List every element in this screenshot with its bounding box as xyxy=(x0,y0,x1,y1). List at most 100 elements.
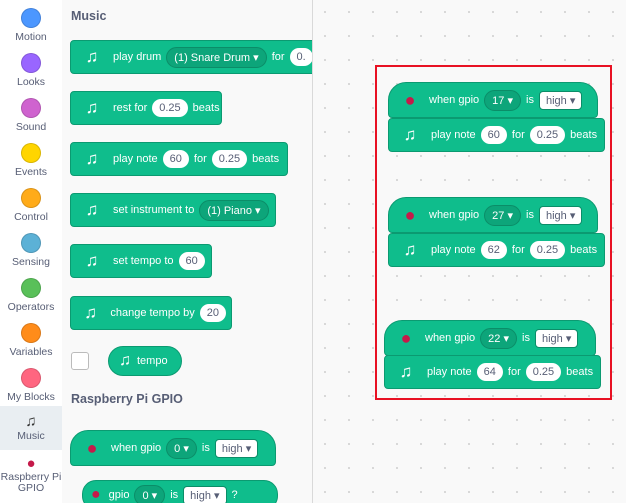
play-note-block[interactable]: ♫ play note 60 for 0.25 beats xyxy=(70,142,288,176)
category-label: Raspberry Pi GPIO xyxy=(0,471,62,494)
gpio-boolean-block[interactable]: ● gpio 0 ▾ is high ▾ ? xyxy=(82,480,278,503)
play-note-62-block[interactable]: ♫ play note 62 for 0.25 beats xyxy=(388,233,605,267)
beats-input[interactable]: 0.25 xyxy=(525,363,562,381)
raspberry-pi-icon: ● xyxy=(400,327,412,348)
category-sidebar: Motion Looks Sound Events Control Sensin… xyxy=(0,0,63,503)
music-note-icon: ♫ xyxy=(119,352,131,369)
pin-dropdown[interactable]: 0 ▾ xyxy=(134,484,166,503)
play-note-60-block[interactable]: ♫ play note 60 for 0.25 beats xyxy=(388,118,605,152)
block-label: play drum xyxy=(113,51,162,63)
category-sound[interactable]: Sound xyxy=(0,98,62,133)
block-label: beats xyxy=(252,153,280,165)
chevron-down-icon: ▾ xyxy=(151,489,158,502)
dropdown-value: high xyxy=(545,94,567,107)
block-label: beats xyxy=(570,129,598,141)
drum-dropdown[interactable]: (1) Snare Drum ▾ xyxy=(166,46,267,68)
beats-input[interactable]: 0.25 xyxy=(529,241,566,259)
block-label: when gpio xyxy=(111,442,162,454)
play-note-64-block[interactable]: ♫ play note 64 for 0.25 beats xyxy=(384,355,601,389)
dropdown-value: 27 xyxy=(492,209,505,222)
pin-dropdown[interactable]: 22 ▾ xyxy=(480,327,517,349)
looks-dot-icon xyxy=(21,53,41,73)
music-section-title: Music xyxy=(71,9,107,23)
note-input[interactable]: 60 xyxy=(480,126,507,144)
chevron-down-icon: ▾ xyxy=(569,94,576,107)
music-note-icon: ♫ xyxy=(403,125,417,144)
block-label: rest for xyxy=(113,102,148,114)
beats-input[interactable]: 0.25 xyxy=(152,99,188,117)
category-variables[interactable]: Variables xyxy=(0,323,62,358)
chevron-down-icon: ▾ xyxy=(183,442,189,455)
raspberry-pi-icon: ● xyxy=(91,486,101,503)
events-dot-icon xyxy=(21,143,41,163)
tempo-input[interactable]: 60 xyxy=(178,252,205,270)
category-sensing[interactable]: Sensing xyxy=(0,233,62,268)
block-label: beats xyxy=(566,366,594,378)
category-music[interactable]: ♫ Music xyxy=(0,406,62,450)
pin-dropdown[interactable]: 17 ▾ xyxy=(484,89,521,111)
pin-dropdown[interactable]: 0 ▾ xyxy=(166,437,197,459)
chevron-down-icon: ▾ xyxy=(255,204,261,217)
when-gpio-hat-block[interactable]: ● when gpio 0 ▾ is high ▾ xyxy=(70,430,276,466)
chevron-down-icon: ▾ xyxy=(253,51,259,64)
category-looks[interactable]: Looks xyxy=(0,53,62,88)
music-note-icon: ♫ xyxy=(85,149,99,168)
block-label: when gpio xyxy=(429,209,480,221)
change-tempo-block[interactable]: ♫ change tempo by 20 xyxy=(70,296,232,330)
operators-dot-icon xyxy=(21,278,41,298)
music-note-icon: ♫ xyxy=(85,251,99,270)
beats-input[interactable]: 0. xyxy=(289,48,312,66)
category-operators[interactable]: Operators xyxy=(0,278,62,313)
note-input[interactable]: 64 xyxy=(476,363,503,381)
sound-dot-icon xyxy=(21,98,41,118)
variables-dot-icon xyxy=(21,323,41,343)
when-gpio-27-hat-block[interactable]: ● when gpio 27 ▾ is high ▾ xyxy=(388,197,598,233)
block-label: play note xyxy=(427,366,472,378)
block-label: is xyxy=(526,94,534,106)
block-label: when gpio xyxy=(429,94,480,106)
tempo-reporter-block[interactable]: ♫ tempo xyxy=(108,346,182,376)
state-dropdown[interactable]: high ▾ xyxy=(183,485,227,503)
set-tempo-block[interactable]: ♫ set tempo to 60 xyxy=(70,244,212,278)
music-note-icon: ♫ xyxy=(85,47,99,66)
tempo-change-input[interactable]: 20 xyxy=(199,304,226,322)
music-note-icon: ♫ xyxy=(84,303,98,322)
when-gpio-22-hat-block[interactable]: ● when gpio 22 ▾ is high ▾ xyxy=(384,320,596,356)
tempo-monitor-checkbox[interactable] xyxy=(71,352,89,370)
motion-dot-icon xyxy=(21,8,41,28)
rest-for-block[interactable]: ♫ rest for 0.25 beats xyxy=(70,91,222,125)
block-label: for xyxy=(271,51,285,63)
category-label: Looks xyxy=(16,76,46,88)
block-label: is xyxy=(526,209,534,221)
category-my-blocks[interactable]: My Blocks xyxy=(0,368,62,403)
raspberry-pi-icon: ● xyxy=(404,89,416,110)
pin-dropdown[interactable]: 27 ▾ xyxy=(484,204,521,226)
block-label: change tempo by xyxy=(110,307,195,319)
state-dropdown[interactable]: high ▾ xyxy=(538,205,583,225)
when-gpio-17-hat-block[interactable]: ● when gpio 17 ▾ is high ▾ xyxy=(388,82,598,118)
category-label: Sensing xyxy=(12,256,50,268)
chevron-down-icon: ▾ xyxy=(507,94,513,107)
beats-input[interactable]: 0.25 xyxy=(211,150,248,168)
note-input[interactable]: 62 xyxy=(480,241,507,259)
state-dropdown[interactable]: high ▾ xyxy=(214,438,259,458)
dropdown-value: high xyxy=(221,442,243,455)
set-instrument-block[interactable]: ♫ set instrument to (1) Piano ▾ xyxy=(70,193,276,227)
music-note-icon: ♫ xyxy=(25,413,37,430)
state-dropdown[interactable]: high ▾ xyxy=(538,90,583,110)
note-input[interactable]: 60 xyxy=(162,150,189,168)
beats-input[interactable]: 0.25 xyxy=(529,126,566,144)
chevron-down-icon: ▾ xyxy=(507,209,513,222)
play-drum-block[interactable]: ♫ play drum (1) Snare Drum ▾ for 0. xyxy=(70,40,312,74)
raspberry-pi-icon: ● xyxy=(404,204,416,225)
category-raspberry-pi-gpio[interactable]: ● Raspberry Pi GPIO xyxy=(0,456,62,494)
category-control[interactable]: Control xyxy=(0,188,62,223)
dropdown-value: 0 xyxy=(174,442,181,455)
block-label: ? xyxy=(231,489,238,501)
category-motion[interactable]: Motion xyxy=(0,8,62,43)
category-events[interactable]: Events xyxy=(0,143,62,178)
instrument-dropdown[interactable]: (1) Piano ▾ xyxy=(199,199,269,221)
gpio-section-title: Raspberry Pi GPIO xyxy=(71,392,183,406)
block-label: play note xyxy=(431,129,476,141)
state-dropdown[interactable]: high ▾ xyxy=(534,328,579,348)
